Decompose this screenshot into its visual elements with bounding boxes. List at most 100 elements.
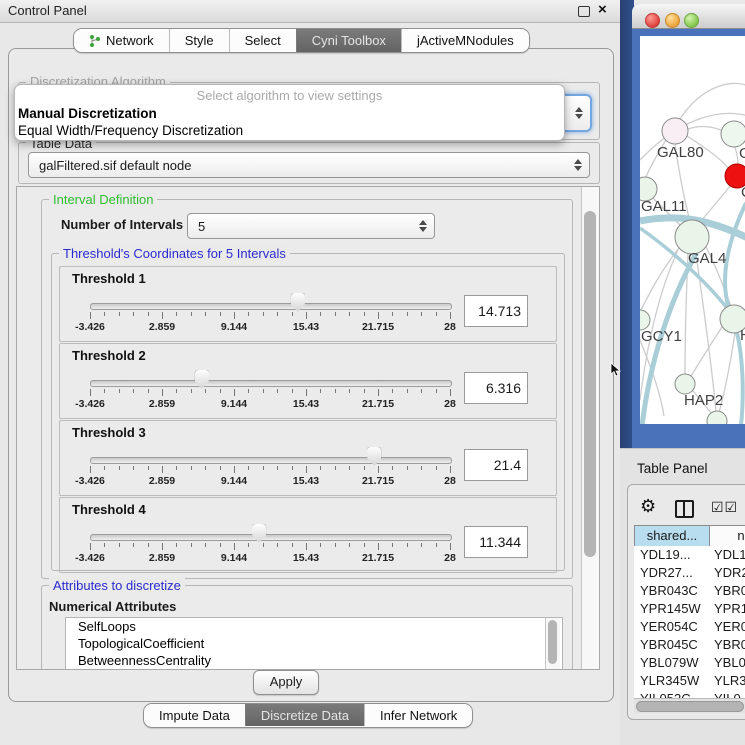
combo-stepper-icon[interactable] [418, 220, 427, 232]
close-traffic-light-icon[interactable] [645, 13, 660, 28]
tick-label: 9.144 [210, 475, 258, 487]
cell-name: YPR1 [710, 600, 745, 618]
threshold-slider[interactable] [90, 303, 452, 310]
tick-mark [220, 389, 221, 393]
cell-name: YER0 [710, 618, 745, 636]
split-column-icon[interactable] [675, 500, 694, 518]
settings-scrollbar[interactable] [581, 187, 599, 669]
threshold-value-field[interactable]: 14.713 [464, 295, 528, 327]
tab-discretize-data[interactable]: Discretize Data [245, 704, 364, 726]
threshold-box: Threshold 2-3.4262.8599.14415.4321.71528… [59, 343, 557, 419]
table-row[interactable]: YLR345WYLR3 [634, 672, 745, 690]
threshold-value-field[interactable]: 11.344 [464, 526, 528, 558]
network-edge[interactable] [735, 147, 738, 164]
close-icon[interactable]: × [598, 1, 607, 18]
network-node[interactable] [707, 411, 727, 424]
algorithm-option[interactable]: Manual Discretization [15, 105, 564, 122]
apply-button[interactable]: Apply [253, 670, 319, 695]
tick-mark [104, 312, 105, 316]
tab-select[interactable]: Select [229, 29, 296, 52]
attribute-list-item[interactable]: TopologicalCoefficient [66, 635, 562, 652]
tick-mark [392, 466, 393, 470]
tick-mark [191, 389, 192, 393]
tick-mark [320, 389, 321, 393]
tick-mark [104, 389, 105, 393]
gear-icon[interactable]: ⚙ [640, 497, 656, 515]
table-data-combobox[interactable]: galFiltered.sif default node [28, 152, 590, 178]
node-label: GCY1 [641, 328, 682, 345]
minimize-traffic-light-icon[interactable] [665, 13, 680, 28]
tab-impute-data[interactable]: Impute Data [144, 704, 245, 726]
tab-jactivemnodules[interactable]: jActiveMNodules [401, 29, 529, 52]
network-canvas[interactable]: GAL80GACGAL11GAL4GCY1HHAP2 [640, 36, 745, 424]
table-row[interactable]: YIL052CYIL0 [634, 690, 745, 698]
tab-cyni-toolbox[interactable]: Cyni Toolbox [296, 29, 401, 52]
network-window-titlebar[interactable] [632, 4, 745, 29]
threshold-slider[interactable] [90, 380, 452, 387]
tick-mark [133, 466, 134, 470]
tick-mark [349, 543, 350, 547]
tick-mark [421, 312, 422, 316]
cell-name: YBR0 [710, 582, 745, 600]
tick-mark [306, 312, 307, 319]
algorithm-option[interactable]: Equal Width/Frequency Discretization [15, 122, 564, 139]
algorithm-dropdown-popup: Select algorithm to view settings Manual… [14, 84, 565, 141]
table-row[interactable]: YBR043CYBR0 [634, 582, 745, 600]
table-row[interactable]: YPR145WYPR1 [634, 600, 745, 618]
tick-mark [436, 543, 437, 547]
column-header-shared-name[interactable]: shared... [634, 525, 710, 547]
network-view-window: GAL80GACGAL11GAL4GCY1HHAP2 [632, 4, 745, 448]
attribute-list-item[interactable]: SelfLoops [66, 618, 562, 635]
network-icon [89, 34, 101, 48]
threshold-slider[interactable] [90, 457, 452, 464]
float-window-icon[interactable] [578, 6, 590, 17]
attributes-list-scrollbar[interactable] [545, 618, 560, 670]
tick-label: 21.715 [354, 552, 402, 564]
numerical-attributes-list[interactable]: SelfLoopsTopologicalCoefficientBetweenne… [65, 617, 563, 670]
tick-mark [191, 543, 192, 547]
threshold-box: Threshold 1-3.4262.8599.14415.4321.71528… [59, 266, 557, 342]
network-node[interactable] [662, 118, 688, 144]
tick-mark [450, 543, 451, 550]
tab-label: Style [185, 33, 214, 48]
tick-mark [148, 389, 149, 393]
table-row[interactable]: YER054CYER0 [634, 618, 745, 636]
tick-label: 9.144 [210, 552, 258, 564]
number-of-intervals-combobox[interactable]: 5 [187, 213, 435, 239]
checkbox-icons[interactable]: ☑☑ [711, 499, 738, 516]
tick-mark [90, 312, 91, 319]
table-row[interactable]: YBL079WYBL0 [634, 654, 745, 672]
attribute-list-item[interactable]: BetweennessCentrality [66, 652, 562, 669]
tab-style[interactable]: Style [169, 29, 229, 52]
network-node[interactable] [640, 310, 650, 330]
table-row[interactable]: YDL19...YDL1 [634, 546, 745, 564]
tick-mark [349, 312, 350, 316]
table-horizontal-scrollbar[interactable] [634, 698, 745, 713]
tick-mark [421, 389, 422, 393]
zoom-traffic-light-icon[interactable] [684, 13, 699, 28]
threshold-value-field[interactable]: 21.4 [464, 449, 528, 481]
network-node[interactable] [675, 374, 695, 394]
table-row[interactable]: YDR27...YDR2 [634, 564, 745, 582]
network-edge[interactable] [688, 127, 723, 131]
tick-label: -3.426 [66, 321, 114, 333]
table-data-value: galFiltered.sif default node [29, 158, 573, 173]
table-row[interactable]: YBR045CYBR0 [634, 636, 745, 654]
combo-stepper-icon[interactable] [574, 107, 583, 119]
network-node[interactable] [675, 220, 709, 254]
column-header-name[interactable]: n [709, 525, 745, 547]
combo-stepper-icon[interactable] [573, 159, 582, 171]
tick-mark [234, 543, 235, 550]
tab-infer-network[interactable]: Infer Network [364, 704, 472, 726]
network-node[interactable] [721, 121, 745, 147]
tick-mark [349, 389, 350, 393]
tick-mark [436, 312, 437, 316]
threshold-slider[interactable] [90, 534, 452, 541]
tab-network[interactable]: Network [74, 29, 169, 52]
tick-mark [234, 466, 235, 473]
tab-label: Infer Network [380, 708, 457, 723]
threshold-label: Threshold 1 [72, 271, 146, 286]
tick-mark [90, 389, 91, 396]
tick-label: 21.715 [354, 398, 402, 410]
threshold-value-field[interactable]: 6.316 [464, 372, 528, 404]
